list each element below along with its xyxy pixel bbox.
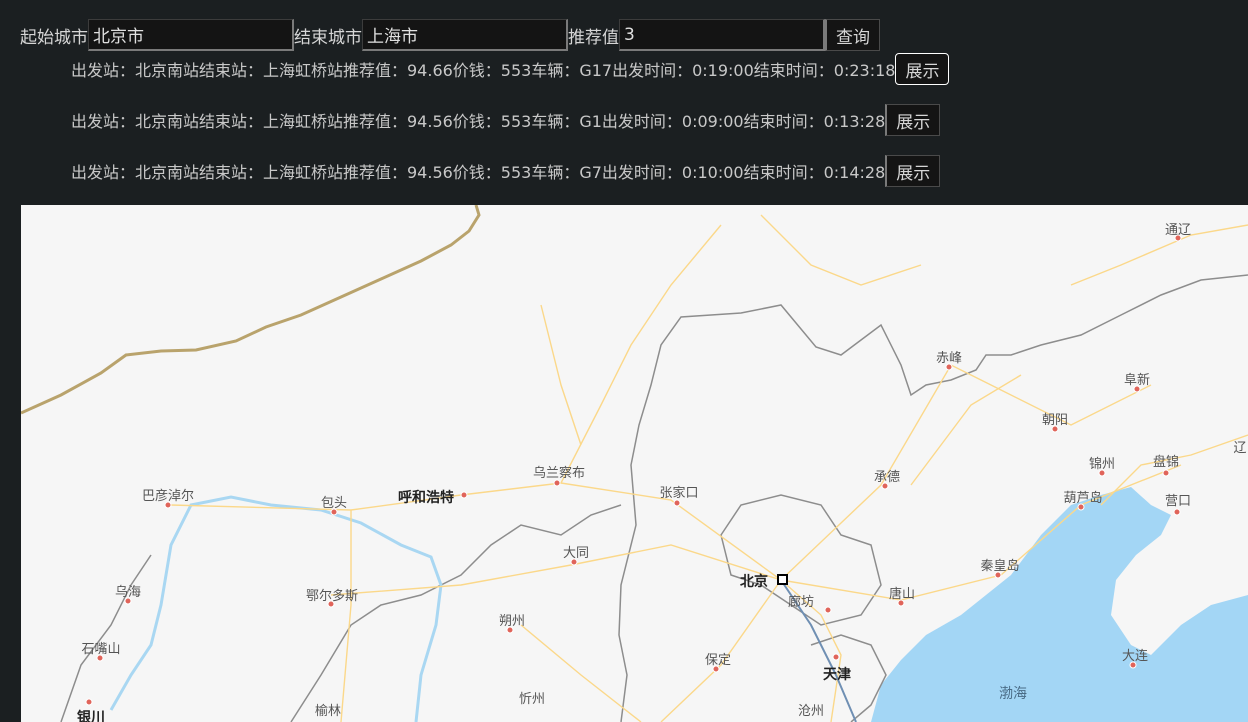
city-dot (824, 606, 832, 614)
city-label: 朝阳 (1041, 413, 1069, 428)
city-label: 通辽 (1164, 223, 1192, 238)
city-label: 承德 (873, 470, 901, 485)
show-button[interactable]: 展示 (885, 155, 941, 187)
city-label-beijing: 北京 (740, 574, 768, 590)
end-city-input[interactable] (362, 19, 568, 51)
map-canvas (21, 205, 1248, 722)
city-dot (832, 653, 840, 661)
start-city-label: 起始城市 (20, 27, 88, 48)
result-row: 出发站：北京南站结束站：上海虹桥站推荐值：94.66价钱：553车辆：G17出发… (71, 53, 950, 85)
city-label: 秦皇岛 (980, 559, 1020, 574)
result-row: 出发站：北京南站结束站：上海虹桥站推荐值：94.56价钱：553车辆：G1出发时… (71, 104, 941, 136)
score-input[interactable] (619, 19, 825, 51)
city-label: 银川 (77, 710, 105, 722)
city-label: 锦州 (1088, 457, 1116, 472)
city-label: 保定 (704, 653, 732, 668)
city-label: 巴彦淖尔 (141, 489, 195, 504)
city-label: 鄂尔多斯 (305, 589, 359, 604)
city-label: 营口 (1164, 494, 1192, 509)
start-city-input[interactable] (88, 19, 294, 51)
city-label: 盘锦 (1152, 455, 1180, 470)
city-dot (85, 698, 93, 706)
city-dot (1162, 469, 1170, 477)
city-label: 石嘴山 (81, 642, 121, 657)
result-text: 出发站：北京南站结束站：上海虹桥站推荐值：94.66价钱：553车辆：G17出发… (71, 61, 896, 80)
city-label: 唐山 (888, 587, 916, 602)
river (109, 495, 443, 722)
city-label: 呼和浩特 (398, 490, 454, 506)
city-dot (460, 491, 468, 499)
end-city-label: 结束城市 (294, 27, 362, 48)
city-label: 大连 (1121, 649, 1149, 664)
bohai-sea (871, 487, 1248, 722)
city-label: 乌兰察布 (532, 466, 586, 481)
score-label: 推荐值 (568, 27, 619, 48)
city-label: 包头 (320, 496, 348, 511)
result-row: 出发站：北京南站结束站：上海虹桥站推荐值：94.56价钱：553车辆：G7出发时… (71, 155, 941, 187)
sea-label: 渤海 (999, 686, 1027, 702)
city-label: 沧州 (797, 704, 825, 719)
city-label: 乌海 (114, 585, 142, 600)
city-label: 赤峰 (935, 351, 963, 366)
result-text: 出发站：北京南站结束站：上海虹桥站推荐值：94.56价钱：553车辆：G1出发时… (71, 112, 886, 131)
map-view[interactable]: 通辽 赤峰 阜新 朝阳 锦州 盘锦 辽 巴彦淖尔 包头 呼和浩特 乌兰察布 张家… (21, 205, 1248, 722)
city-label: 廊坊 (787, 595, 815, 610)
query-button[interactable]: 查询 (825, 19, 880, 51)
city-label: 朔州 (498, 614, 526, 629)
national-border (21, 205, 481, 415)
city-label: 葫芦岛 (1063, 491, 1103, 506)
city-label-tianjin: 天津 (823, 667, 851, 683)
city-label: 榆林 (314, 704, 342, 719)
show-button[interactable]: 展示 (895, 53, 950, 85)
city-label: 张家口 (659, 486, 699, 501)
show-button[interactable]: 展示 (885, 104, 941, 136)
result-text: 出发站：北京南站结束站：上海虹桥站推荐值：94.56价钱：553车辆：G7出发时… (71, 163, 886, 182)
station-marker[interactable] (777, 574, 788, 585)
city-label: 大同 (562, 546, 590, 561)
province-border (290, 504, 622, 722)
city-label: 辽 (1233, 441, 1247, 456)
search-form: 起始城市 结束城市 推荐值 查询 (20, 19, 880, 51)
city-label: 阜新 (1123, 373, 1151, 388)
city-label: 忻州 (518, 692, 546, 707)
city-dot (1173, 508, 1181, 516)
